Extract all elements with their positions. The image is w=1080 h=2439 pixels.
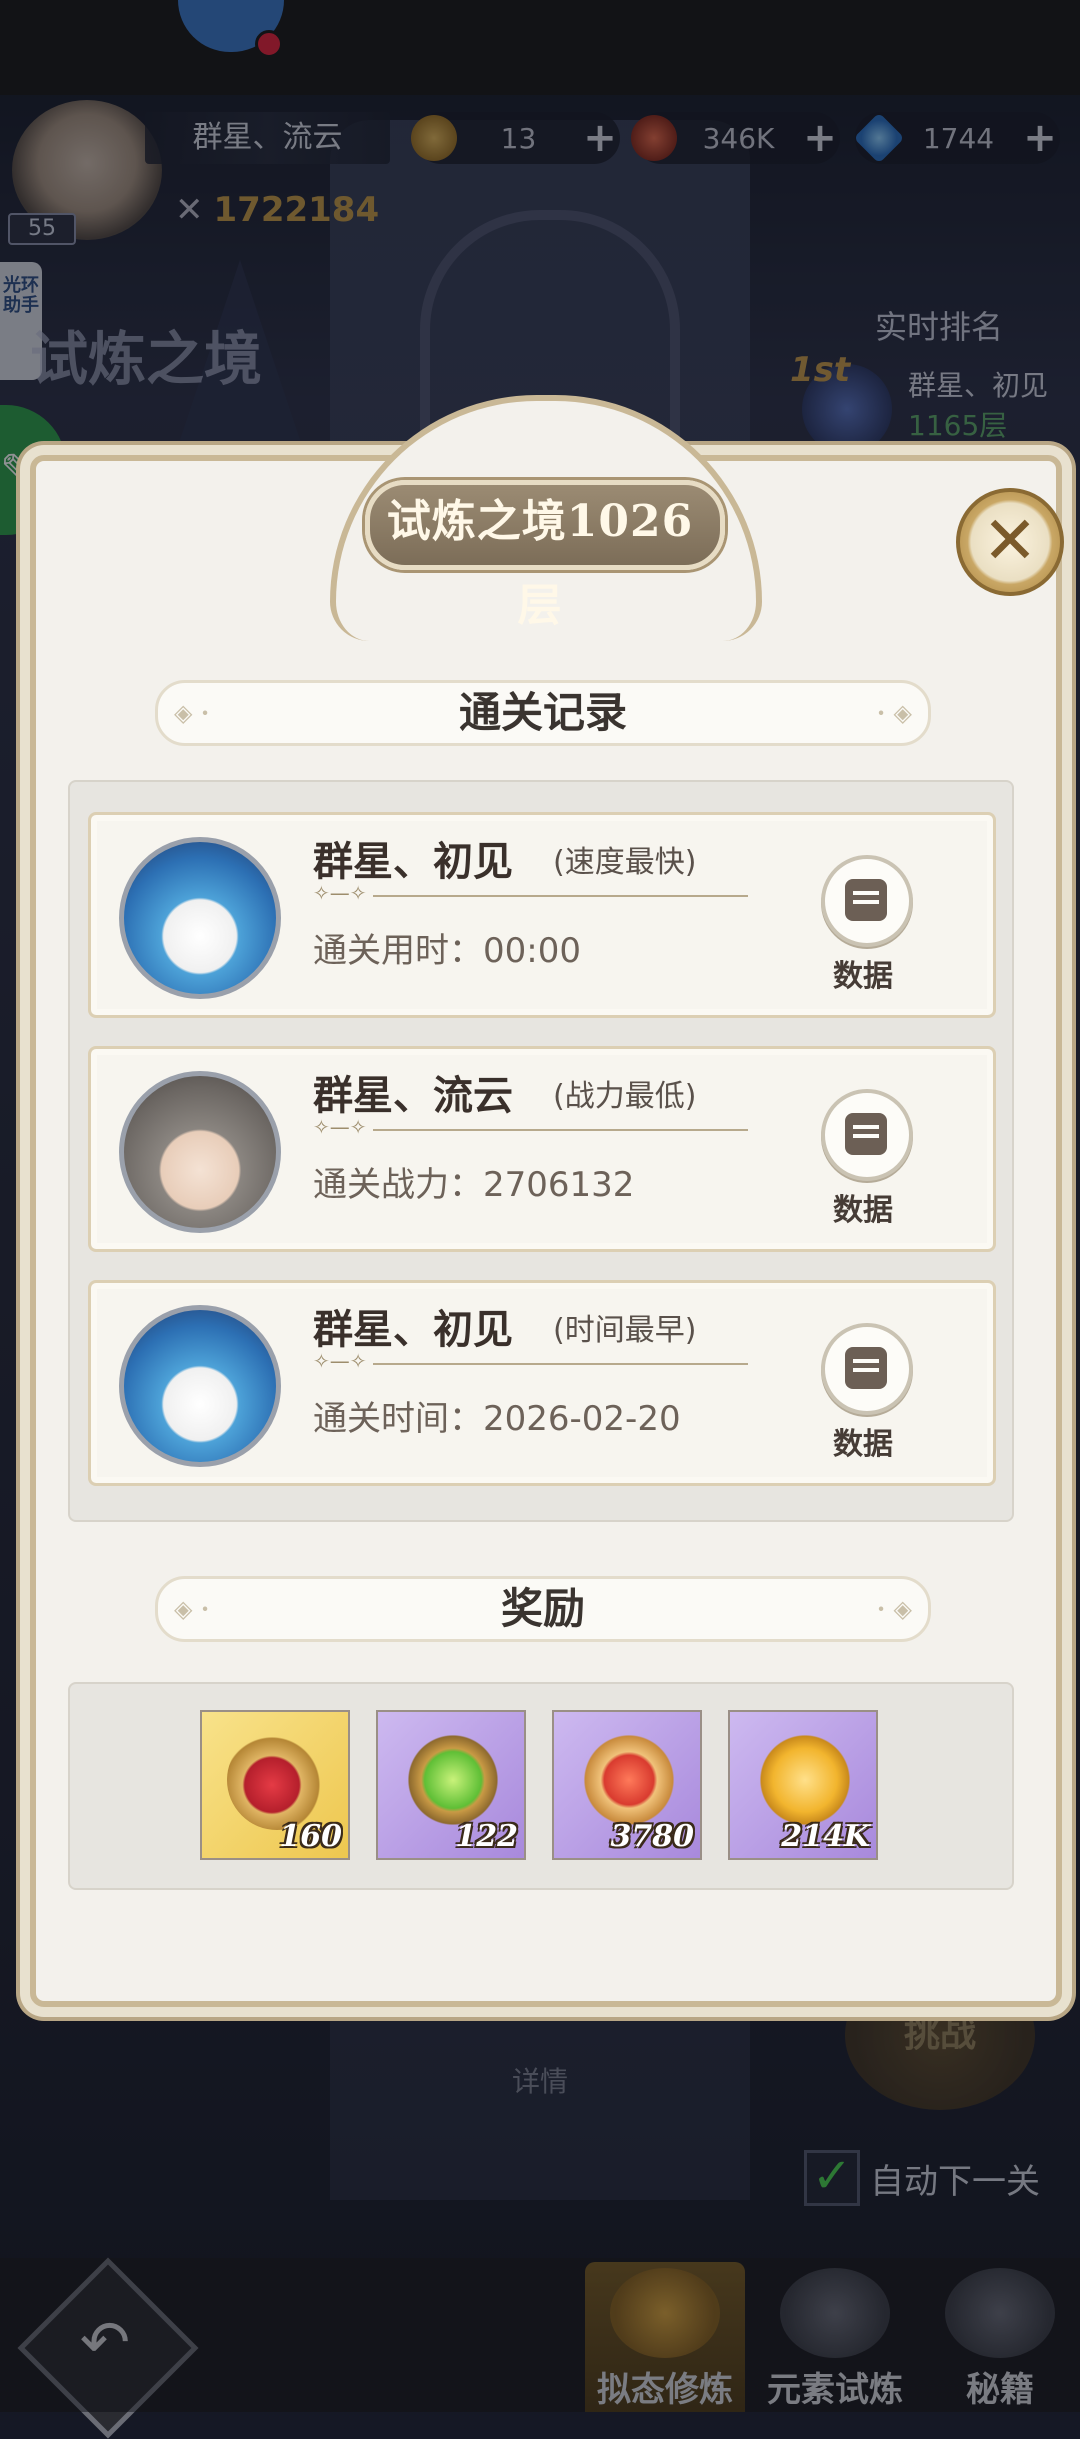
divider: [313, 1115, 748, 1139]
player-avatar[interactable]: [119, 837, 281, 999]
record-card-lowest-power: 群星、流云 (战力最低) 通关战力：2706132 数据: [88, 1046, 996, 1252]
reward-count: 122: [455, 1819, 518, 1854]
close-button[interactable]: ✕: [956, 488, 1064, 596]
player-avatar[interactable]: [119, 1305, 281, 1467]
record-tag: (速度最快): [553, 845, 697, 880]
data-button-label[interactable]: 数据: [813, 951, 913, 995]
document-icon: [845, 879, 887, 921]
data-button-label[interactable]: 数据: [813, 1185, 913, 1229]
data-button-label[interactable]: 数据: [813, 1419, 913, 1463]
record-player-name: 群星、初见: [313, 838, 513, 885]
rewards-section-title: 奖励: [155, 1576, 931, 1642]
record-tag: (战力最低): [553, 1079, 697, 1114]
reward-count: 160: [279, 1819, 342, 1854]
divider: [313, 881, 748, 905]
record-tag: (时间最早): [553, 1313, 697, 1348]
record-player-name: 群星、流云: [313, 1072, 513, 1119]
reward-item[interactable]: 214K: [728, 1710, 878, 1860]
document-icon: [845, 1347, 887, 1389]
gold-coin-icon: [755, 1730, 855, 1830]
document-icon: [845, 1113, 887, 1155]
red-star-emblem-icon: [579, 1730, 679, 1830]
record-card-fastest: 群星、初见 (速度最快) 通关用时：00:00 数据: [88, 812, 996, 1018]
reward-item[interactable]: 122: [376, 1710, 526, 1860]
data-button[interactable]: [821, 1089, 913, 1181]
reward-item[interactable]: 160: [200, 1710, 350, 1860]
record-stat: 通关战力：2706132: [313, 1165, 635, 1205]
dialog-title: 试炼之境1026层: [386, 496, 694, 631]
records-section-title: 通关记录: [155, 680, 931, 746]
data-button[interactable]: [821, 855, 913, 947]
reward-item[interactable]: 3780: [552, 1710, 702, 1860]
record-player-name: 群星、初见: [313, 1306, 513, 1353]
green-gem-icon: [403, 1730, 503, 1830]
record-stat: 通关用时：00:00: [313, 931, 581, 971]
reward-count: 3780: [610, 1819, 695, 1854]
data-button[interactable]: [821, 1323, 913, 1415]
record-stat: 通关时间：2026-02-20: [313, 1399, 681, 1439]
divider: [313, 1349, 748, 1373]
reward-count: 214K: [781, 1819, 870, 1854]
player-avatar[interactable]: [119, 1071, 281, 1233]
record-card-earliest: 群星、初见 (时间最早) 通关时间：2026-02-20 数据: [88, 1280, 996, 1486]
red-horn-icon: [227, 1730, 327, 1830]
